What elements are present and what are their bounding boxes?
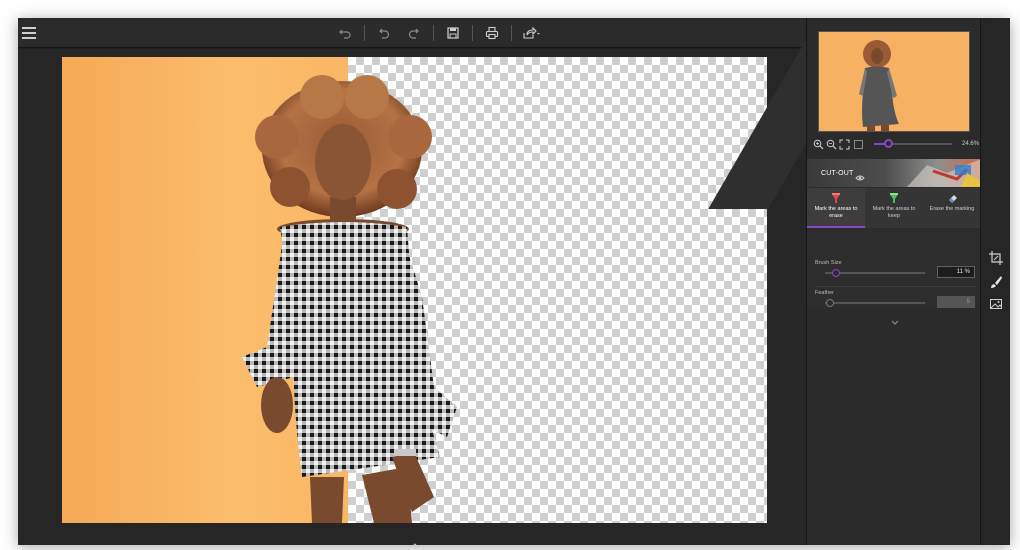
brush-size-input[interactable]: 11 % bbox=[937, 266, 975, 278]
red-erase-marker-icon bbox=[832, 193, 840, 203]
top-toolbar bbox=[18, 18, 806, 48]
visibility-eye-icon[interactable] bbox=[855, 169, 865, 187]
brush-size-slider[interactable] bbox=[825, 269, 925, 277]
toolbar-separator bbox=[472, 25, 473, 41]
redo-icon[interactable] bbox=[403, 22, 425, 44]
zoom-controls: 24.6% bbox=[813, 136, 979, 152]
brush-size-knob[interactable] bbox=[832, 269, 840, 277]
settings-divider bbox=[815, 286, 975, 287]
cutout-title: CUT-OUT bbox=[821, 170, 854, 177]
cutout-header[interactable]: CUT-OUT bbox=[807, 159, 981, 187]
undo-step-icon[interactable] bbox=[373, 22, 395, 44]
feather-setting: Feather 5 bbox=[815, 290, 975, 308]
crop-icon[interactable] bbox=[988, 250, 1004, 266]
mode-label: Erase the marking bbox=[929, 206, 975, 212]
fit-to-window-icon[interactable] bbox=[839, 138, 850, 150]
undo-icon[interactable] bbox=[334, 22, 356, 44]
green-keep-marker-icon bbox=[890, 193, 898, 203]
tool-strip bbox=[980, 18, 1010, 545]
canvas-expand-handle[interactable] bbox=[410, 537, 420, 545]
mode-label: Mark the areas to erase bbox=[814, 206, 858, 219]
actual-size-icon[interactable] bbox=[853, 138, 864, 150]
brush-settings: Brush Size 11 % Feather 5 bbox=[807, 230, 981, 325]
zoom-percentage: 24.6% bbox=[962, 141, 980, 147]
cutout-modes: Mark the areas to erase Mark the areas t… bbox=[807, 188, 981, 228]
zoom-out-icon[interactable] bbox=[826, 138, 837, 150]
toolbar-actions bbox=[334, 22, 542, 44]
image-icon[interactable] bbox=[988, 296, 1004, 312]
feather-input[interactable]: 5 bbox=[937, 296, 975, 308]
toolbar-separator bbox=[433, 25, 434, 41]
cutout-banner-image bbox=[907, 159, 981, 187]
zoom-slider-knob[interactable] bbox=[883, 139, 893, 148]
woman-figure bbox=[242, 75, 457, 523]
mode-mark-keep[interactable]: Mark the areas to keep bbox=[865, 188, 923, 228]
mode-erase-marking[interactable]: Erase the marking bbox=[923, 188, 981, 228]
mode-label: Mark the areas to keep bbox=[872, 206, 916, 219]
brush-size-setting: Brush Size 11 % bbox=[815, 260, 975, 278]
navigator-preview[interactable] bbox=[818, 31, 970, 132]
feather-knob[interactable] bbox=[826, 299, 834, 307]
hamburger-menu-icon[interactable] bbox=[22, 24, 40, 42]
canvas-area[interactable] bbox=[18, 49, 806, 545]
feather-slider[interactable] bbox=[825, 299, 925, 307]
expand-settings-icon[interactable] bbox=[891, 313, 899, 325]
brush-icon[interactable] bbox=[988, 274, 1004, 290]
photo-editor-window: 24.6% CUT-OUT Mark the areas to erase Ma… bbox=[18, 18, 1010, 545]
zoom-in-icon[interactable] bbox=[813, 138, 824, 150]
toolbar-separator bbox=[511, 25, 512, 41]
print-icon[interactable] bbox=[481, 22, 503, 44]
mode-mark-erase[interactable]: Mark the areas to erase bbox=[807, 188, 865, 228]
toolbar-separator bbox=[364, 25, 365, 41]
share-icon[interactable] bbox=[520, 22, 542, 44]
save-icon[interactable] bbox=[442, 22, 464, 44]
edited-photo[interactable] bbox=[62, 57, 767, 523]
right-panel: 24.6% CUT-OUT Mark the areas to erase Ma… bbox=[806, 18, 981, 545]
zoom-slider[interactable] bbox=[873, 139, 953, 148]
eraser-icon bbox=[949, 195, 957, 203]
